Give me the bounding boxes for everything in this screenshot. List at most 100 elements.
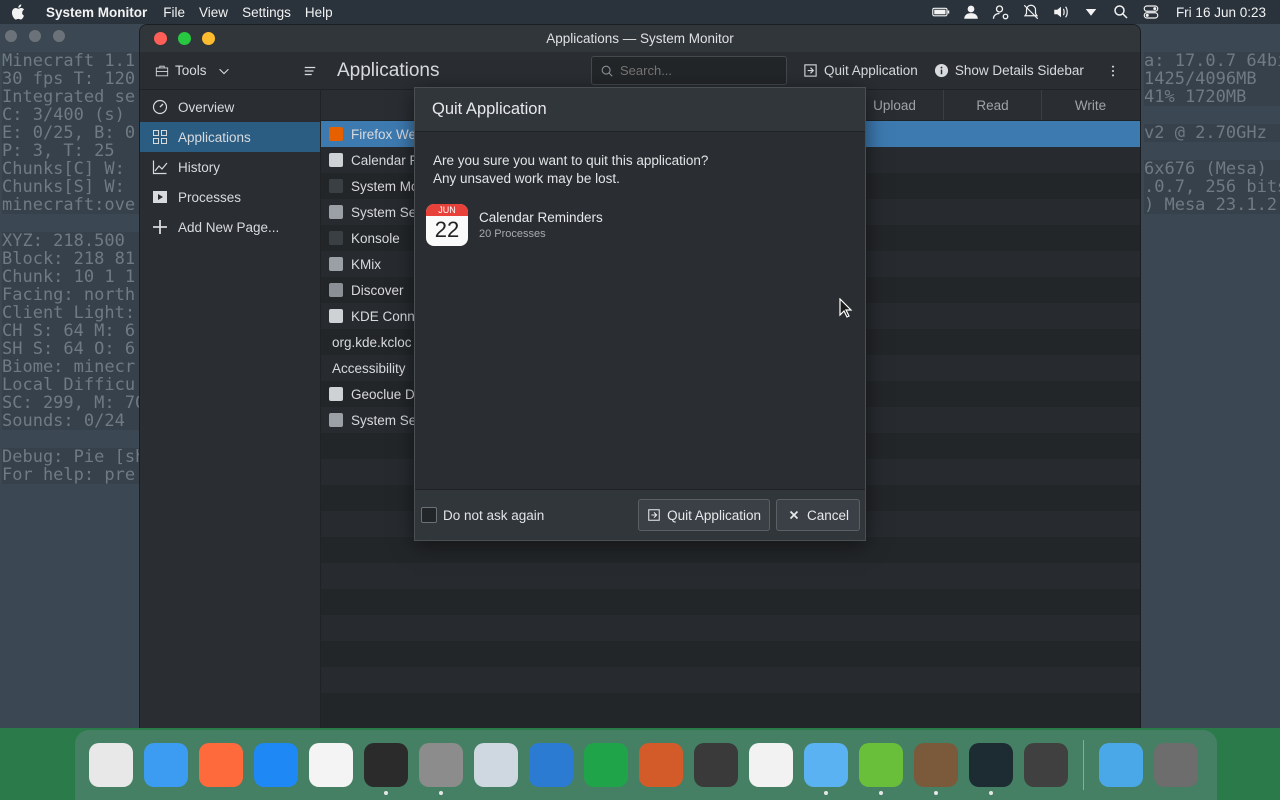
search-icon[interactable] [1112,3,1130,21]
close-icon [789,510,799,520]
dialog-message-line-1: Are you sure you want to quit this appli… [433,153,709,168]
firefox-icon[interactable] [199,743,243,787]
quit-application-label: Quit Application [824,63,918,78]
more-options-icon[interactable] [1106,64,1120,78]
calendar-icon-month: JUN [426,204,468,216]
volume-icon[interactable] [1052,3,1070,21]
checkbox-box[interactable] [421,507,437,523]
dialog-application-entry: JUN 22 Calendar Reminders 20 Processes [426,204,865,246]
launchpad-icon[interactable] [89,743,133,787]
toolbox-icon [155,65,169,76]
tape-icon[interactable] [694,743,738,787]
menu-view[interactable]: View [199,5,228,20]
terminal-icon[interactable] [364,743,408,795]
app-icon [329,387,343,401]
debug-text-line: Block: 218 81 [2,250,146,268]
tools-label: Tools [175,63,207,78]
photos-icon[interactable] [309,743,353,787]
quit-application-toolbar-button[interactable]: Quit Application [803,63,918,78]
system-preferences-icon[interactable] [419,743,463,795]
user-settings-icon[interactable] [992,3,1010,21]
control-center-icon[interactable] [1142,3,1160,21]
sidebar-item-applications[interactable]: Applications [140,122,320,152]
running-indicator [989,791,993,795]
writer-icon[interactable] [529,743,573,787]
column-header-read[interactable]: Read [943,90,1041,120]
quit-application-button[interactable]: Quit Application [638,499,770,531]
running-indicator [824,791,828,795]
trash-icon[interactable] [1154,743,1198,787]
app-icon [329,231,343,245]
chevron-down-icon[interactable] [1082,3,1100,21]
dialog-title: Quit Application [415,88,865,132]
debug-text-line: Integrated se [2,88,146,106]
user-icon[interactable] [962,3,980,21]
row-app-name: System Mo [351,178,419,194]
empty-row [321,667,1140,693]
calc-spreadsheet-icon[interactable] [584,743,628,787]
show-details-sidebar-label: Show Details Sidebar [954,63,1084,78]
row-app-name: System Se [351,412,417,428]
dock [75,730,1217,800]
textedit-icon[interactable] [749,743,793,787]
sidebar-item-label: Add New Page... [178,219,280,235]
show-details-sidebar-button[interactable]: Show Details Sidebar [934,63,1084,78]
close-window-button[interactable] [154,32,167,45]
sidebar-item-overview[interactable]: Overview [140,92,320,122]
row-app-name: Discover [351,282,404,298]
preview-icon[interactable] [474,743,518,787]
tools-menu-button[interactable]: Tools [140,63,321,78]
finder-icon[interactable] [144,743,188,787]
row-app-name: Konsole [351,230,400,246]
sidebar-item-processes[interactable]: Processes [140,182,320,212]
battery-icon[interactable] [932,3,950,21]
sidebar-item-add-new-page[interactable]: Add New Page... [140,212,320,242]
minimize-window-button[interactable] [202,32,215,45]
debug-text-line: Sounds: 0/24 [2,412,146,430]
debug-text-line: E: 0/25, B: 0 [2,124,146,142]
row-app-name: Firefox We [351,126,417,142]
maximize-window-button[interactable] [178,32,191,45]
cancel-button[interactable]: Cancel [775,499,860,531]
debug-text-line: 41% 1720MB [1144,88,1280,106]
window-titlebar[interactable]: Applications — System Monitor [140,25,1140,52]
running-indicator [384,791,388,795]
debug-text-line: XYZ: 218.500 [2,232,146,250]
debug-text-line: Facing: north [2,286,146,304]
debug-text-line: P: 3, T: 25 [2,142,146,160]
app-store-icon[interactable] [254,743,298,787]
debug-text-line: 30 fps T: 120 [2,70,146,88]
debug-text-line: Chunk: 10 1 1 [2,268,146,286]
minecraft-icon[interactable] [914,743,958,795]
impress-icon[interactable] [639,743,683,787]
dialog-message: Are you sure you want to quit this appli… [415,132,865,188]
minecraft-launcher-icon[interactable] [859,743,903,795]
background-window-controls [5,30,65,42]
menu-file[interactable]: File [163,5,185,20]
calculator-icon[interactable] [1024,743,1068,787]
calendar-icon: JUN 22 [426,204,468,246]
apple-logo-icon[interactable] [10,3,28,21]
chart-icon [152,160,168,175]
downloads-icon[interactable] [1099,743,1143,787]
menu-help[interactable]: Help [305,5,333,20]
chevron-down-icon [218,68,229,74]
sidebar-item-history[interactable]: History [140,152,320,182]
system-monitor-icon[interactable] [969,743,1013,795]
menubar-app-name[interactable]: System Monitor [46,5,147,20]
column-header-write[interactable]: Write [1041,90,1139,120]
notifications-muted-icon[interactable] [1022,3,1040,21]
grid-icon [153,130,167,144]
folder-icon[interactable] [804,743,848,795]
search-field[interactable] [591,56,787,85]
app-icon [329,205,343,219]
app-icon [329,413,343,427]
menu-settings[interactable]: Settings [242,5,291,20]
menubar-clock[interactable]: Fri 16 Jun 0:23 [1176,5,1266,20]
do-not-ask-again-checkbox[interactable]: Do not ask again [421,507,544,523]
search-input[interactable] [620,63,780,78]
play-icon [153,191,167,203]
app-icon [329,179,343,193]
hamburger-menu-icon[interactable] [303,64,317,78]
running-indicator [879,791,883,795]
